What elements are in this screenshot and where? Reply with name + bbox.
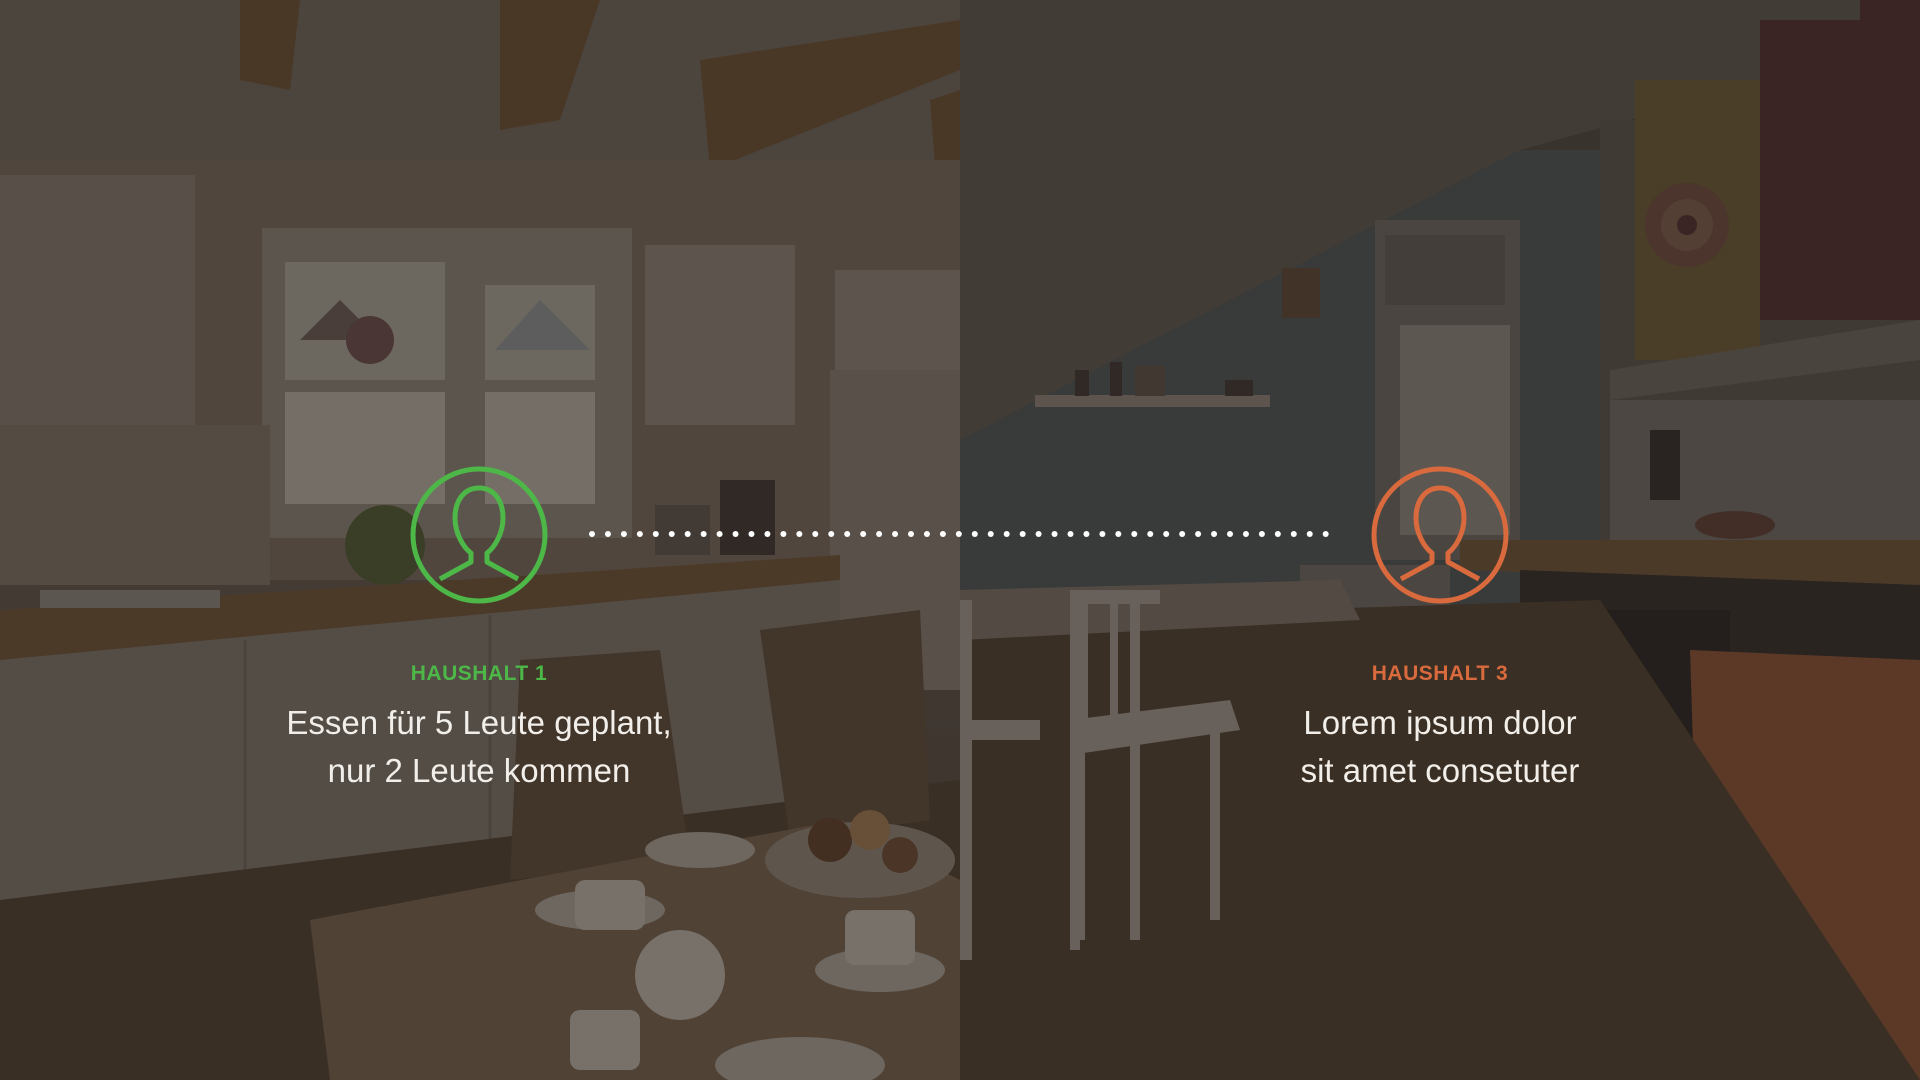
household-1-description: Essen für 5 Leute geplant, nur 2 Leute k…	[219, 699, 739, 795]
connector-dot	[1163, 531, 1170, 537]
connector-dot	[987, 531, 994, 537]
household-3: HAUSHALT 3 Lorem ipsum dolor sit amet co…	[1180, 465, 1700, 795]
connector-dot	[955, 531, 962, 537]
connector-dot	[1083, 531, 1090, 537]
connector-dot	[971, 531, 978, 537]
connector-dot	[764, 531, 771, 537]
connector-dot	[780, 531, 787, 537]
connector-dot	[939, 531, 946, 537]
household-1: HAUSHALT 1 Essen für 5 Leute geplant, nu…	[219, 465, 739, 795]
person-circle-icon	[410, 466, 548, 604]
connector-dot	[812, 531, 819, 537]
connector-dot	[1067, 531, 1074, 537]
connector-dot	[1147, 531, 1154, 537]
connector-dot	[923, 531, 930, 537]
household-1-title: HAUSHALT 1	[410, 662, 548, 685]
household-3-line-2: sit amet consetuter	[1300, 752, 1580, 789]
connector-dot	[796, 531, 803, 537]
connector-dot	[1003, 531, 1010, 537]
connector-dot	[748, 531, 755, 537]
slide: HAUSHALT 1 Essen für 5 Leute geplant, nu…	[0, 0, 1920, 1080]
connector-dot	[1115, 531, 1122, 537]
household-1-line-2: nur 2 Leute kommen	[327, 752, 631, 789]
household-3-description: Lorem ipsum dolor sit amet consetuter	[1180, 699, 1700, 795]
household-3-line-1: Lorem ipsum dolor	[1303, 704, 1577, 741]
connector-dot	[876, 531, 883, 537]
person-circle-icon	[1371, 466, 1509, 604]
connector-dot	[860, 531, 867, 537]
connector-dot	[1131, 531, 1138, 537]
connector-dot	[1051, 531, 1058, 537]
connector-dot	[908, 531, 914, 537]
connector-dot	[1035, 531, 1042, 537]
household-3-title: HAUSHALT 3	[1371, 662, 1509, 685]
connector-dot	[1099, 531, 1106, 537]
connector-dot	[1019, 531, 1026, 537]
connector-dot	[828, 531, 835, 537]
connector-dot	[844, 531, 851, 537]
household-1-line-1: Essen für 5 Leute geplant,	[286, 704, 672, 741]
connector-dot	[892, 531, 899, 537]
